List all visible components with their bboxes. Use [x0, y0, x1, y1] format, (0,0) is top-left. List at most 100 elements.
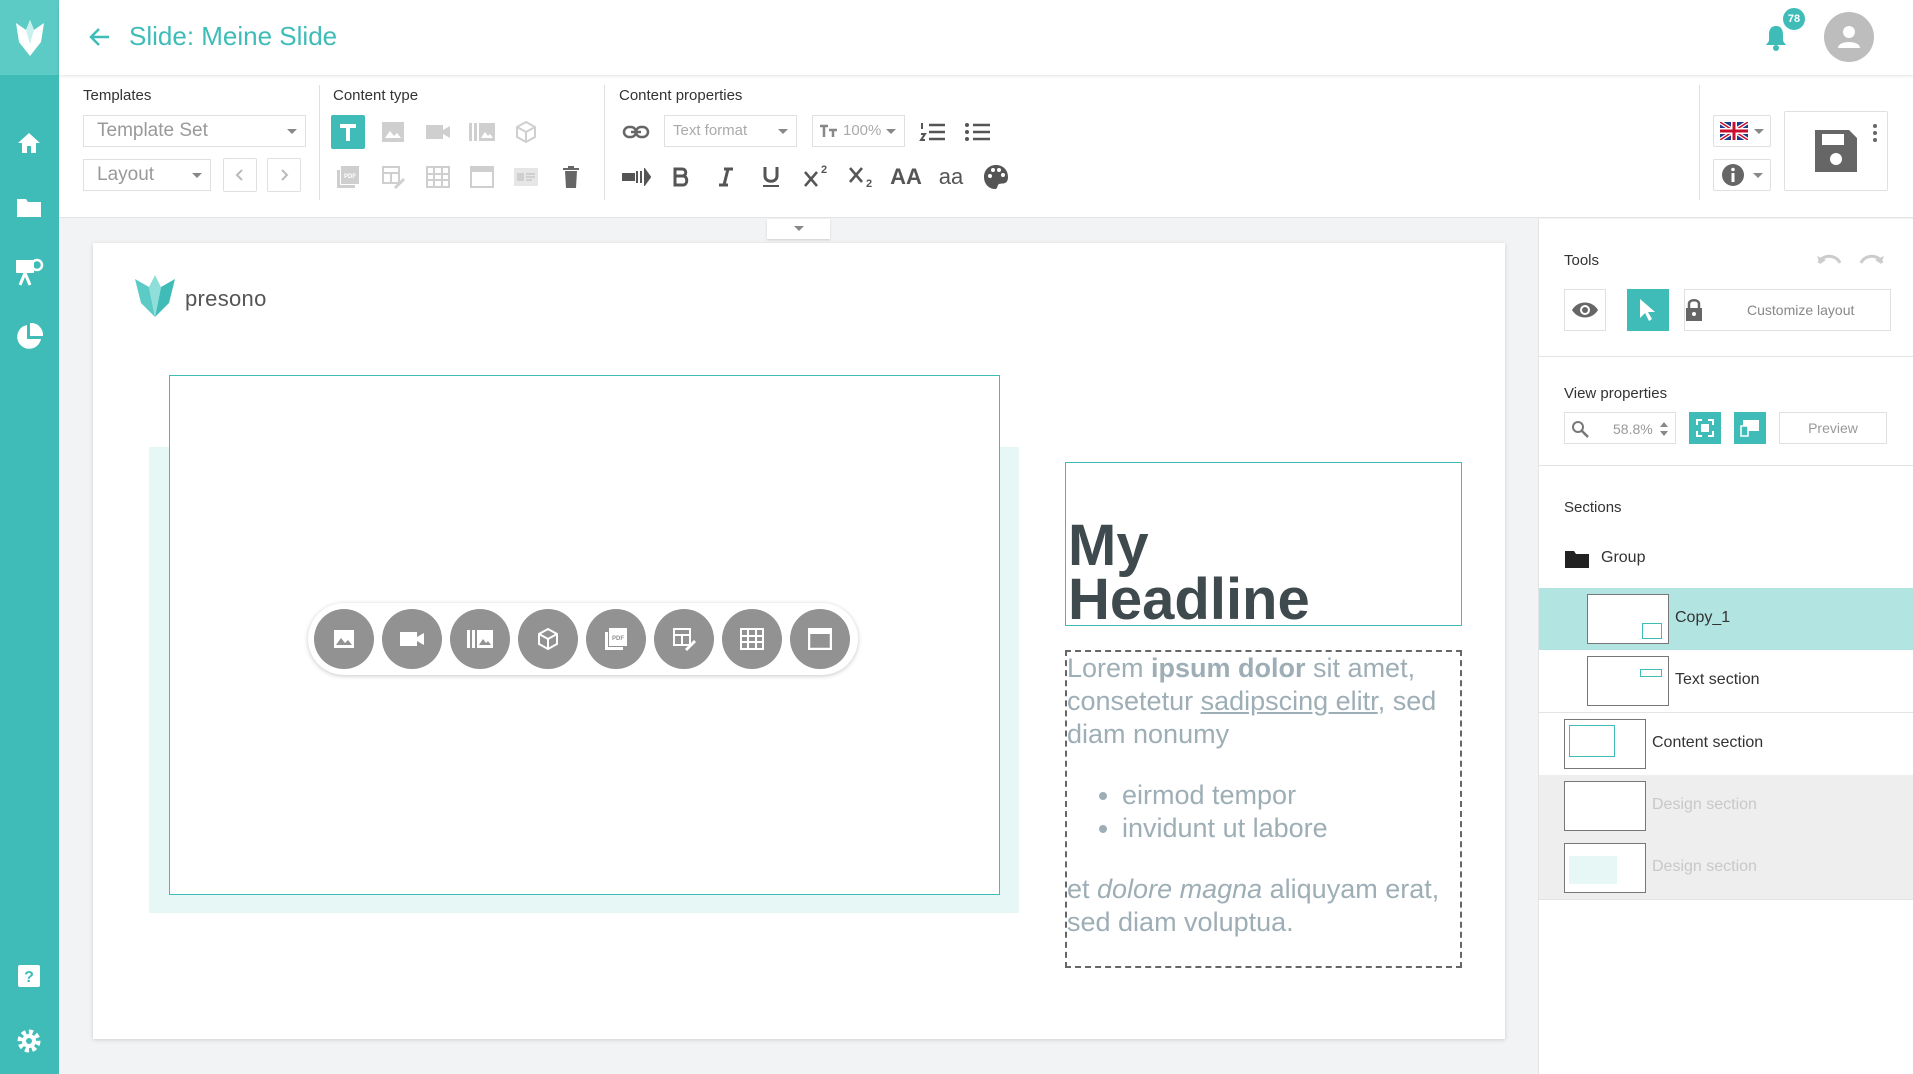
help-icon[interactable]: ? [10, 957, 48, 995]
indent-icon [622, 168, 651, 186]
insert-frame-button[interactable] [790, 609, 850, 669]
image-content-button[interactable] [376, 115, 410, 149]
uk-flag-icon [1720, 122, 1748, 140]
back-arrow-icon[interactable] [85, 22, 115, 52]
table-icon [740, 628, 764, 650]
avatar[interactable] [1824, 12, 1874, 62]
link-button[interactable] [619, 115, 653, 149]
thumbnail-marker [1640, 669, 1662, 677]
info-icon [1722, 164, 1744, 186]
section-thumbnail [1587, 594, 1669, 644]
presono-logo-icon [135, 275, 175, 317]
content-section[interactable]: PDF [169, 375, 1000, 895]
form-edit-icon [673, 628, 696, 651]
insert-table-button[interactable] [722, 609, 782, 669]
undo-icon[interactable] [1814, 246, 1844, 272]
section-label: Group [1601, 549, 1646, 566]
gallery-content-button[interactable] [465, 115, 499, 149]
table-content-button[interactable] [421, 160, 455, 194]
section-design-2[interactable]: Design section [1539, 837, 1913, 899]
headline-section[interactable]: My Headline [1065, 462, 1462, 632]
superscript-button[interactable]: 2 [799, 160, 833, 194]
content-properties-label: Content properties [619, 87, 743, 104]
pie-chart-icon[interactable] [10, 318, 48, 356]
collapse-toolbar-handle[interactable] [767, 219, 830, 239]
text-format-select[interactable]: Text format [664, 115, 797, 147]
insert-3d-button[interactable] [518, 609, 578, 669]
tools-label: Tools [1564, 252, 1600, 269]
select-tool-button[interactable] [1627, 289, 1669, 331]
section-copy-1[interactable]: Copy_1 [1539, 588, 1913, 650]
device-view-button[interactable] [1734, 412, 1766, 444]
gallery-icon [469, 123, 495, 141]
color-palette-button[interactable] [979, 160, 1013, 194]
app-logo-icon[interactable] [0, 0, 59, 75]
language-select[interactable] [1713, 115, 1771, 147]
indent-button[interactable] [619, 160, 653, 194]
section-text[interactable]: Text section [1539, 650, 1913, 712]
layout-select[interactable]: Layout [83, 159, 211, 191]
chevron-down-icon [778, 129, 788, 134]
text-section[interactable]: Lorem ipsum dolor sit amet, consetetur s… [1065, 650, 1462, 968]
underline-button[interactable] [754, 160, 788, 194]
font-size-select[interactable]: 100% [812, 115, 905, 147]
layout-value: Layout [97, 164, 155, 185]
home-icon[interactable] [10, 124, 48, 162]
numbered-list-button[interactable] [916, 115, 950, 149]
customize-layout-label: Customize layout [1747, 302, 1855, 318]
settings-icon[interactable] [10, 1022, 48, 1060]
font-case-button[interactable]: aa [934, 160, 968, 194]
bullet-list-button[interactable] [961, 115, 995, 149]
slide-canvas[interactable]: presono PDF My Headline Lorem ipsum dolo… [93, 243, 1505, 1039]
3d-content-button[interactable] [509, 115, 543, 149]
info-select[interactable] [1713, 159, 1771, 191]
zoom-input[interactable]: 58.8% [1564, 412, 1676, 444]
italic-button[interactable] [709, 160, 743, 194]
next-layout-button[interactable] [267, 158, 301, 192]
form-content-button[interactable] [376, 160, 410, 194]
chevron-down-icon [192, 173, 202, 178]
font-family-button[interactable]: AA [889, 160, 923, 194]
template-set-value: Template Set [97, 120, 208, 141]
video-icon [426, 125, 450, 139]
insert-gallery-button[interactable] [450, 609, 510, 669]
fit-to-screen-button[interactable] [1689, 412, 1721, 444]
delete-content-button[interactable] [554, 160, 588, 194]
text-run-underline: sadipscing elitr [1200, 686, 1378, 716]
preview-button[interactable]: Preview [1779, 412, 1887, 444]
template-set-select[interactable]: Template Set [83, 115, 306, 147]
chevron-down-icon [886, 129, 896, 134]
bold-button[interactable] [664, 160, 698, 194]
pdf-content-button[interactable]: PDF [331, 160, 365, 194]
section-label: Copy_1 [1675, 609, 1731, 626]
visibility-button[interactable] [1564, 289, 1606, 331]
section-label: Content section [1652, 734, 1764, 751]
stepper-icon[interactable] [1659, 421, 1669, 437]
card-content-button[interactable] [509, 160, 543, 194]
insert-form-button[interactable] [654, 609, 714, 669]
redo-icon[interactable] [1857, 246, 1887, 272]
section-group[interactable]: Group [1539, 529, 1913, 591]
customize-layout-button[interactable]: Customize layout [1684, 289, 1891, 331]
subscript-button[interactable]: 2 [844, 160, 878, 194]
video-content-button[interactable] [421, 115, 455, 149]
list-item: eirmod tempor [1122, 779, 1462, 812]
svg-text:PDF: PDF [344, 174, 356, 180]
prev-layout-button[interactable] [223, 158, 257, 192]
section-content[interactable]: Content section [1539, 713, 1913, 775]
thumbnail-marker [1569, 856, 1617, 884]
text-run: Lorem [1067, 653, 1152, 683]
chevron-down-icon [1753, 172, 1763, 178]
folder-icon[interactable] [10, 188, 48, 226]
presentation-icon[interactable] [10, 253, 48, 291]
text-run: et [1067, 874, 1098, 904]
insert-pdf-button[interactable]: PDF [586, 609, 646, 669]
card-icon [514, 168, 538, 186]
more-vertical-icon[interactable] [1873, 123, 1877, 143]
frame-content-button[interactable] [465, 160, 499, 194]
insert-video-button[interactable] [382, 609, 442, 669]
slide-headline: My Headline [1068, 513, 1310, 632]
section-design-1[interactable]: Design section [1539, 775, 1913, 837]
text-content-button[interactable] [331, 115, 365, 149]
insert-image-button[interactable] [314, 609, 374, 669]
